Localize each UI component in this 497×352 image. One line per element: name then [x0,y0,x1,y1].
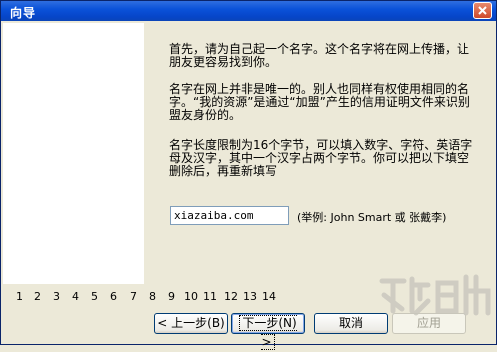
step-number: 14 [262,290,276,303]
watermark-logo [379,274,491,316]
step-number: 10 [184,290,198,303]
step-number: 6 [110,290,117,303]
back-button[interactable]: < 上一步(B) [154,313,228,334]
step-number: 9 [168,290,175,303]
name-example-hint: (举例: John Smart 或 张戴李) [297,211,447,224]
step-number: 11 [203,290,217,303]
back-button-label: < 上一步(B) [157,316,225,330]
step-number: 7 [130,290,137,303]
step-number: 1 [16,290,23,303]
step-number: 13 [243,290,257,303]
step-number: 8 [149,290,156,303]
step-number: 2 [34,290,41,303]
step-number: 5 [91,290,98,303]
window-title: 向导 [10,6,37,20]
intro-paragraph-2: 名字在网上并非是唯一的。别人也同样有权使用相同的名字。“我的资源”是通过“加盟”… [169,82,470,122]
close-button[interactable] [473,2,492,19]
title-bar[interactable]: 向导 [1,1,496,21]
wizard-image-panel [3,23,144,284]
step-number: 3 [53,290,60,303]
step-number: 12 [224,290,238,303]
wizard-window: 向导 首先，请为自己起一个名字。这个名字将在网上传播，让朋友更容易找到你。 名字… [0,0,497,350]
close-icon [478,6,487,15]
step-number: 4 [72,290,79,303]
intro-paragraph-1: 首先，请为自己起一个名字。这个名字将在网上传播，让朋友更容易找到你。 [169,42,470,69]
cancel-button-label: 取消 [338,316,363,330]
intro-paragraph-3: 名字长度限制为16个字节，可以填入数字、字符、英语字母及汉字，其中一个汉字占两个… [169,138,473,178]
name-input[interactable]: xiazaiba.com [170,206,289,225]
next-button[interactable]: 下一步(N) > [231,313,305,350]
